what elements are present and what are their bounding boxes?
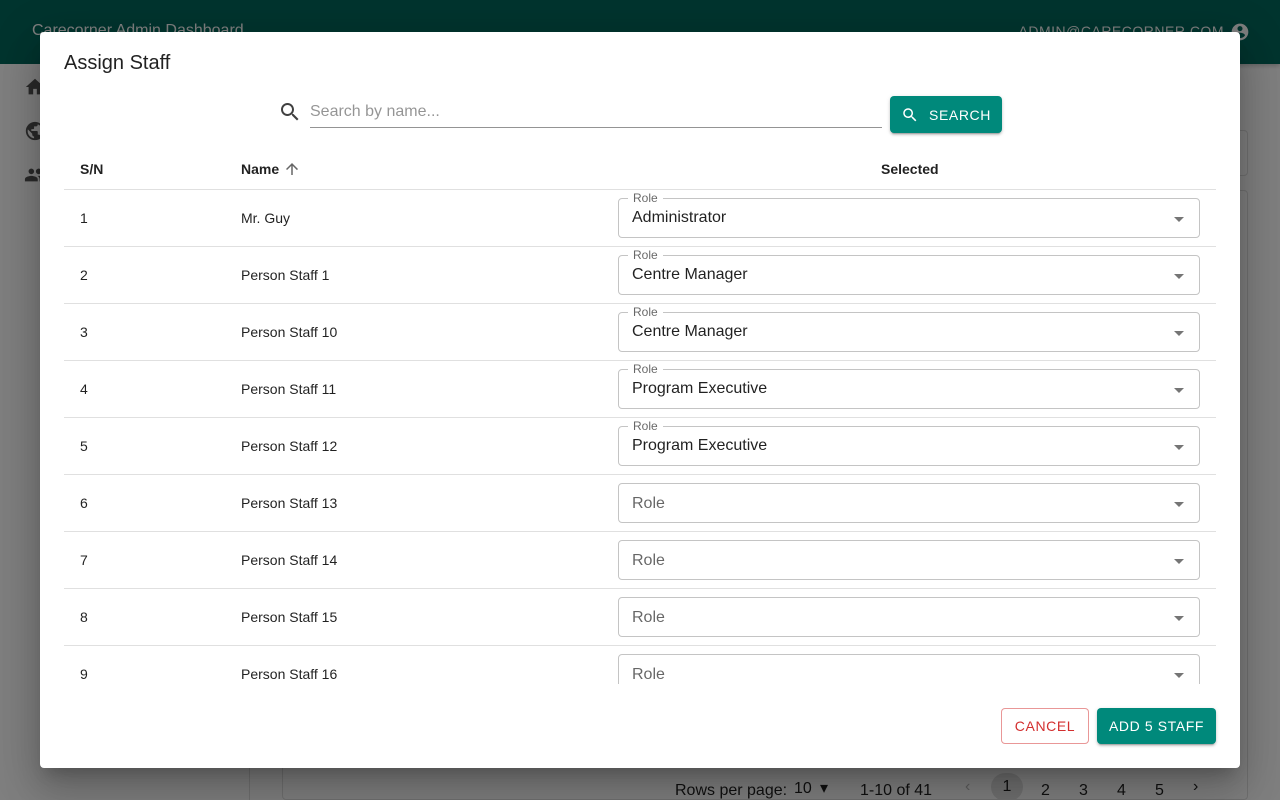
column-header-name[interactable]: Name: [241, 160, 301, 178]
assign-staff-dialog: Assign Staff SEARCH S/N Name Selected 1 …: [40, 32, 1240, 768]
role-select[interactable]: Role: [618, 483, 1200, 523]
role-select[interactable]: Role: [618, 654, 1200, 684]
search-button-label: SEARCH: [929, 106, 991, 123]
role-select-value: Program Executive: [632, 437, 768, 454]
table-row: 2 Person Staff 1 Role Centre Manager: [64, 247, 1216, 304]
dropdown-arrow-icon[interactable]: [1167, 492, 1191, 516]
dropdown-arrow-icon[interactable]: [1167, 663, 1191, 684]
table-row: 6 Person Staff 13 Role: [64, 475, 1216, 532]
role-select[interactable]: Role Program Executive: [618, 419, 1200, 466]
dropdown-arrow-icon[interactable]: [1167, 321, 1191, 345]
search-icon: [281, 103, 299, 121]
role-select[interactable]: Role: [618, 597, 1200, 637]
dropdown-arrow-icon[interactable]: [1167, 264, 1191, 288]
role-select[interactable]: Role: [618, 540, 1200, 580]
row-sn: 1: [80, 210, 88, 226]
role-select-placeholder: Role: [632, 609, 665, 626]
table-row: 1 Mr. Guy Role Administrator: [64, 190, 1216, 247]
staff-table: S/N Name Selected 1 Mr. Guy Role Adminis…: [64, 148, 1216, 684]
role-select-label: Role: [628, 191, 663, 205]
table-row: 3 Person Staff 10 Role Centre Manager: [64, 304, 1216, 361]
search-input[interactable]: [310, 96, 882, 128]
role-select-label: Role: [628, 305, 663, 319]
dropdown-arrow-icon[interactable]: [1167, 435, 1191, 459]
role-select[interactable]: Role Centre Manager: [618, 305, 1200, 352]
row-name: Mr. Guy: [241, 210, 291, 226]
dropdown-arrow-icon[interactable]: [1167, 549, 1191, 573]
row-sn: 2: [80, 267, 88, 283]
dropdown-arrow-icon[interactable]: [1167, 207, 1191, 231]
dialog-title: Assign Staff: [64, 52, 171, 74]
table-row: 4 Person Staff 11 Role Program Executive: [64, 361, 1216, 418]
dropdown-arrow-icon[interactable]: [1167, 378, 1191, 402]
row-sn: 8: [80, 609, 88, 625]
search-icon: [903, 107, 917, 121]
dialog-actions: CANCEL ADD 5 STAFF: [1001, 708, 1216, 744]
row-name: Person Staff 16: [241, 666, 338, 682]
role-select-value: Program Executive: [632, 380, 768, 397]
column-header-selected: Selected: [881, 161, 939, 177]
role-select-value: Administrator: [632, 209, 727, 226]
role-select-label: Role: [628, 419, 663, 433]
role-select[interactable]: Role Program Executive: [618, 362, 1200, 409]
row-sn: 5: [80, 438, 88, 454]
row-name: Person Staff 14: [241, 552, 338, 568]
arrow-upward-icon[interactable]: [283, 160, 301, 178]
dropdown-arrow-icon[interactable]: [1167, 606, 1191, 630]
role-select-value: Centre Manager: [632, 266, 748, 283]
row-sn: 7: [80, 552, 88, 568]
role-select-label: Role: [628, 362, 663, 376]
add-staff-button[interactable]: ADD 5 STAFF: [1097, 708, 1216, 744]
search-button[interactable]: SEARCH: [890, 96, 1002, 133]
search-row: SEARCH: [278, 96, 1002, 136]
role-select-label: Role: [628, 248, 663, 262]
cancel-button[interactable]: CANCEL: [1001, 708, 1089, 744]
column-header-sn: S/N: [80, 161, 104, 177]
row-name: Person Staff 10: [241, 324, 338, 340]
column-header-name-label: Name: [241, 161, 280, 177]
table-row: 7 Person Staff 14 Role: [64, 532, 1216, 589]
row-sn: 4: [80, 381, 88, 397]
row-name: Person Staff 12: [241, 438, 338, 454]
table-row: 9 Person Staff 16 Role: [64, 646, 1216, 684]
role-select[interactable]: Role Centre Manager: [618, 248, 1200, 295]
row-name: Person Staff 11: [241, 381, 337, 397]
row-name: Person Staff 15: [241, 609, 338, 625]
row-name: Person Staff 13: [241, 495, 338, 511]
row-name: Person Staff 1: [241, 267, 330, 283]
table-header: S/N Name Selected: [64, 148, 1216, 190]
role-select[interactable]: Role Administrator: [618, 191, 1200, 238]
table-row: 5 Person Staff 12 Role Program Executive: [64, 418, 1216, 475]
role-select-placeholder: Role: [632, 666, 665, 683]
row-sn: 9: [80, 666, 88, 682]
row-sn: 3: [80, 324, 88, 340]
role-select-placeholder: Role: [632, 552, 665, 569]
role-select-value: Centre Manager: [632, 323, 748, 340]
table-row: 8 Person Staff 15 Role: [64, 589, 1216, 646]
role-select-placeholder: Role: [632, 495, 665, 512]
row-sn: 6: [80, 495, 88, 511]
